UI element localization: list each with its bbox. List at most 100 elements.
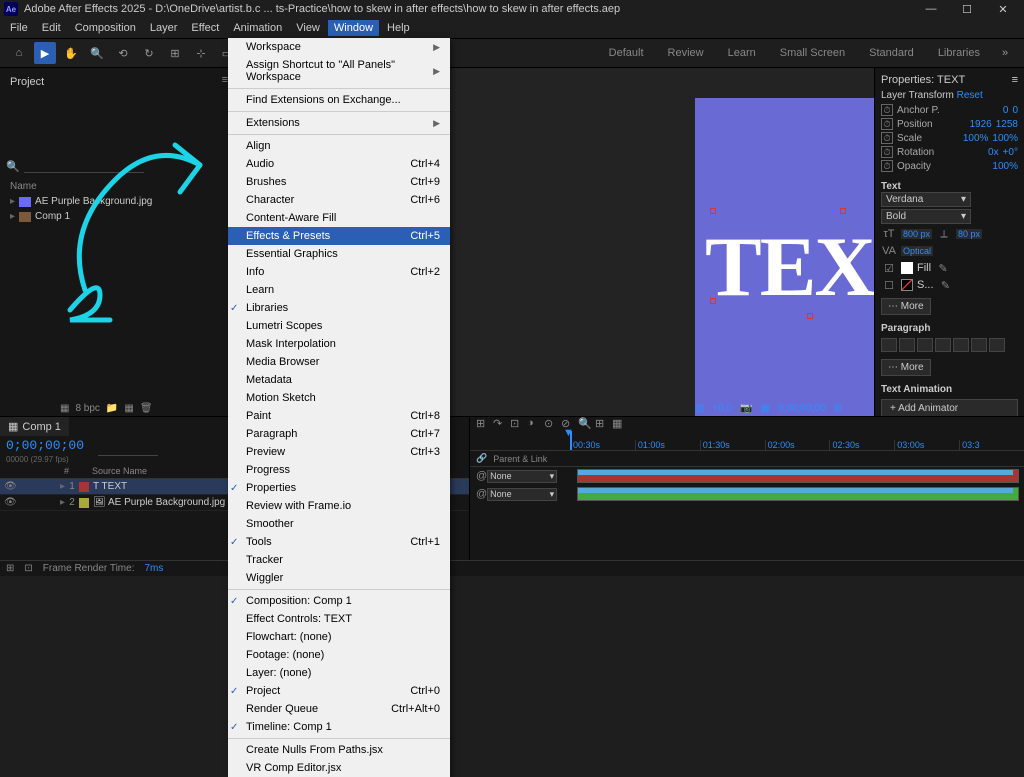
menu-animation[interactable]: Animation bbox=[227, 20, 288, 36]
ruler-tick[interactable]: 01:30s bbox=[700, 440, 765, 450]
reset-link[interactable]: Reset bbox=[957, 90, 983, 101]
menu-edit[interactable]: Edit bbox=[36, 20, 67, 36]
add-animator-button[interactable]: + Add Animator bbox=[881, 399, 1018, 416]
menu-help[interactable]: Help bbox=[381, 20, 416, 36]
close-button[interactable]: ✕ bbox=[986, 0, 1020, 18]
menu-item[interactable]: Extensions▶ bbox=[228, 114, 450, 132]
justify-all-button[interactable] bbox=[989, 338, 1005, 352]
project-tab[interactable]: Project bbox=[6, 74, 48, 90]
stopwatch-icon[interactable]: ⏱ bbox=[881, 160, 893, 172]
ruler-tick[interactable]: 00:30s bbox=[570, 440, 635, 450]
menu-item[interactable]: Workspace▶ bbox=[228, 38, 450, 56]
visibility-toggle[interactable]: 👁 bbox=[4, 497, 18, 508]
workspace-tab[interactable]: Learn bbox=[718, 43, 766, 63]
parent-dropdown[interactable]: None▾ bbox=[487, 470, 557, 483]
menu-item[interactable]: Content-Aware Fill bbox=[228, 209, 450, 227]
channel-icon[interactable]: ▦ bbox=[761, 403, 770, 414]
zoom-tool[interactable]: 🔍 bbox=[86, 42, 108, 64]
timeline-search[interactable] bbox=[98, 444, 158, 456]
home-icon[interactable]: ⌂ bbox=[8, 42, 30, 64]
rotate-tool[interactable]: ↻ bbox=[138, 42, 160, 64]
menu-item[interactable]: ✓Properties bbox=[228, 479, 450, 497]
align-right-button[interactable] bbox=[917, 338, 933, 352]
panel-menu-icon[interactable]: ≡ bbox=[1012, 74, 1018, 86]
orbit-tool[interactable]: ⟲ bbox=[112, 42, 134, 64]
fill-check[interactable]: ☑ bbox=[881, 261, 897, 275]
new-folder-icon[interactable]: 📁 bbox=[106, 403, 118, 414]
workspace-tab[interactable]: Default bbox=[599, 43, 654, 63]
menu-item[interactable]: ParagraphCtrl+7 bbox=[228, 425, 450, 443]
menu-item[interactable]: Effects & PresetsCtrl+5 bbox=[228, 227, 450, 245]
minimize-button[interactable]: — bbox=[914, 0, 948, 18]
more-para-button[interactable]: ⋯ More bbox=[881, 359, 931, 376]
viewer-time[interactable]: 0;00;00;00 bbox=[778, 403, 825, 414]
composition-viewer[interactable]: TEXT bbox=[695, 98, 874, 416]
menu-item[interactable]: Effect Controls: TEXT bbox=[228, 610, 450, 628]
menu-item[interactable]: Smoother bbox=[228, 515, 450, 533]
parent-link-header[interactable]: Parent & Link bbox=[493, 454, 547, 464]
anchor-handle[interactable] bbox=[807, 313, 813, 319]
font-size[interactable]: 800 px bbox=[901, 229, 932, 239]
menu-item[interactable]: BrushesCtrl+9 bbox=[228, 173, 450, 191]
menu-item[interactable]: Footage: (none) bbox=[228, 646, 450, 664]
layer-num-header[interactable]: # bbox=[64, 466, 78, 476]
justify-right-button[interactable] bbox=[971, 338, 987, 352]
tl-icon[interactable]: 🔍 bbox=[578, 417, 592, 431]
align-center-button[interactable] bbox=[899, 338, 915, 352]
workspace-tab[interactable]: Libraries bbox=[928, 43, 990, 63]
align-left-button[interactable] bbox=[881, 338, 897, 352]
menu-item[interactable]: VR Comp Editor.jsx bbox=[228, 759, 450, 777]
menu-item[interactable]: Wiggler bbox=[228, 569, 450, 587]
menu-item[interactable]: InfoCtrl+2 bbox=[228, 263, 450, 281]
font-weight-dropdown[interactable]: Bold▾ bbox=[881, 209, 971, 224]
menu-item[interactable]: Metadata bbox=[228, 371, 450, 389]
stopwatch-icon[interactable]: ⏱ bbox=[881, 118, 893, 130]
font-dropdown[interactable]: Verdana▾ bbox=[881, 192, 971, 207]
render-settings-icon[interactable]: ▦ bbox=[60, 403, 69, 414]
fill-picker-icon[interactable]: ✎ bbox=[935, 261, 951, 275]
menu-item[interactable]: Assign Shortcut to "All Panels" Workspac… bbox=[228, 56, 450, 86]
tl-icon[interactable]: ◑ bbox=[527, 417, 541, 431]
snapshot-icon[interactable]: 📷 bbox=[740, 403, 752, 414]
menu-item[interactable]: Render QueueCtrl+Alt+0 bbox=[228, 700, 450, 718]
project-column-name[interactable]: Name bbox=[6, 179, 228, 194]
hand-tool[interactable]: ✋ bbox=[60, 42, 82, 64]
menu-item[interactable]: Essential Graphics bbox=[228, 245, 450, 263]
menu-item[interactable]: AudioCtrl+4 bbox=[228, 155, 450, 173]
stroke-swatch[interactable] bbox=[901, 279, 913, 291]
bpc-label[interactable]: 8 bpc bbox=[75, 403, 99, 414]
ruler-tick[interactable]: 03:3 bbox=[959, 440, 1024, 450]
menu-item[interactable]: ✓ProjectCtrl+0 bbox=[228, 682, 450, 700]
menu-item[interactable]: Flowchart: (none) bbox=[228, 628, 450, 646]
magnification-value[interactable]: +0.0 bbox=[712, 403, 732, 414]
ruler-tick[interactable]: 01:00s bbox=[635, 440, 700, 450]
visibility-toggle[interactable]: 👁 bbox=[4, 481, 18, 492]
magnification-icon[interactable]: ▥ bbox=[695, 403, 704, 414]
menu-item[interactable]: Progress bbox=[228, 461, 450, 479]
menu-item[interactable]: Media Browser bbox=[228, 353, 450, 371]
menu-composition[interactable]: Composition bbox=[69, 20, 142, 36]
current-time[interactable]: 0;00;00;00 bbox=[0, 436, 90, 455]
menu-layer[interactable]: Layer bbox=[144, 20, 184, 36]
stopwatch-icon[interactable]: ⏱ bbox=[881, 146, 893, 158]
menu-file[interactable]: File bbox=[4, 20, 34, 36]
tl-icon[interactable]: ⊞ bbox=[476, 417, 490, 431]
project-search[interactable] bbox=[24, 161, 144, 173]
playhead-icon[interactable]: ▼ bbox=[563, 427, 574, 439]
transform-handle[interactable] bbox=[710, 298, 716, 304]
menu-item[interactable]: Lumetri Scopes bbox=[228, 317, 450, 335]
pickwhip-icon[interactable]: @ bbox=[476, 488, 487, 500]
view-options-icon[interactable]: ⊞ bbox=[833, 403, 841, 414]
transform-handle[interactable] bbox=[710, 208, 716, 214]
menu-item[interactable]: ✓Timeline: Comp 1 bbox=[228, 718, 450, 736]
anchor-tool[interactable]: ⊹ bbox=[190, 42, 212, 64]
project-item[interactable]: ▸Comp 1 bbox=[6, 209, 228, 224]
menu-item[interactable]: ✓ToolsCtrl+1 bbox=[228, 533, 450, 551]
fill-swatch[interactable] bbox=[901, 262, 913, 274]
tl-icon[interactable]: ▦ bbox=[612, 417, 626, 431]
tl-icon[interactable]: ↷ bbox=[493, 417, 507, 431]
selection-tool[interactable]: ▶ bbox=[34, 42, 56, 64]
menu-item[interactable]: ✓Libraries bbox=[228, 299, 450, 317]
menu-item[interactable]: ✓Composition: Comp 1 bbox=[228, 592, 450, 610]
timeline-tab[interactable]: ▦Comp 1 bbox=[0, 417, 69, 436]
